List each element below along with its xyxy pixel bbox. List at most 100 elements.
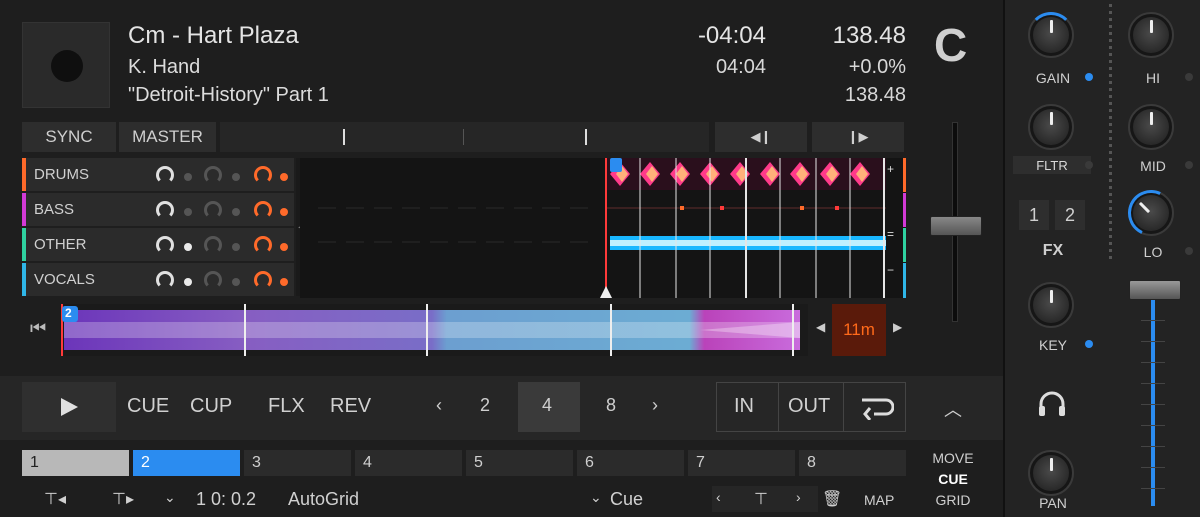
eq-mid-kill[interactable] [1185, 161, 1193, 169]
fx-unit-2-button[interactable]: 2 [1055, 200, 1085, 230]
stem-volume-knob[interactable] [156, 166, 174, 184]
jump-to-start-icon[interactable]: ⏮ [30, 318, 46, 339]
stem-row-vocals[interactable]: VOCALS [22, 263, 294, 296]
pan-knob[interactable] [1028, 450, 1074, 496]
stem-row-drums[interactable]: DRUMS [22, 158, 294, 191]
delete-cue-icon[interactable]: 🗑 [822, 489, 842, 509]
cue-next-icon[interactable]: › [796, 489, 801, 505]
tempo-fader-handle[interactable] [930, 216, 982, 236]
cue-type-dropdown[interactable]: Cue [610, 489, 643, 510]
stem-waveform[interactable]: + = − [300, 158, 906, 298]
stem-volume-knob[interactable] [156, 201, 174, 219]
reverse-button[interactable]: REV [330, 395, 371, 418]
hotcue-5[interactable]: 5 [466, 450, 573, 476]
hotcue-8[interactable]: 8 [799, 450, 906, 476]
stem-fx-knob[interactable] [254, 166, 272, 184]
deck-letter[interactable]: C [934, 18, 967, 72]
stem-filter-dot[interactable] [232, 278, 240, 286]
cue-prev-icon[interactable]: ‹ [716, 489, 721, 505]
track-overview[interactable]: 2 [60, 304, 808, 356]
stem-filter-knob[interactable] [204, 201, 222, 219]
stem-fx-knob[interactable] [254, 236, 272, 254]
tempo-nudge-forward-button[interactable]: ❙▶ [812, 122, 904, 152]
key-lock-indicator[interactable] [1085, 340, 1093, 348]
hotcue-2[interactable]: 2 [133, 450, 240, 476]
eq-lo-kill[interactable] [1185, 247, 1193, 255]
hotcue-6[interactable]: 6 [577, 450, 684, 476]
stem-mute-dot[interactable] [184, 208, 192, 216]
loop-size-4[interactable]: 4 [542, 395, 552, 416]
stem-row-bass[interactable]: BASS [22, 193, 294, 226]
hotcue-4[interactable]: 4 [355, 450, 462, 476]
map-button[interactable]: MAP [864, 492, 894, 508]
stem-volume-knob[interactable] [156, 236, 174, 254]
overview-cue-label: 2 [65, 306, 72, 320]
stem-volume-knob[interactable] [156, 271, 174, 289]
stem-mute-dot[interactable] [184, 173, 192, 181]
stem-filter-knob[interactable] [204, 166, 222, 184]
hotcue-7[interactable]: 7 [688, 450, 795, 476]
gain-indicator [1085, 73, 1093, 81]
cup-button[interactable]: CUP [190, 395, 232, 418]
stem-fx-dot[interactable] [280, 208, 288, 216]
stem-color-bar [22, 228, 26, 261]
stem-row-other[interactable]: OTHER [22, 228, 294, 261]
loop-active-icon[interactable] [854, 394, 895, 425]
stem-color-bar [22, 158, 26, 191]
level-meter [1109, 4, 1112, 262]
move-mode-cue[interactable]: CUE [923, 471, 983, 487]
volume-fader-handle[interactable] [1129, 280, 1181, 300]
tempo-nudge-back-button[interactable]: ◀❙ [715, 122, 807, 152]
overview-right-arrow-icon[interactable]: ▶ [893, 320, 902, 334]
sync-button[interactable]: SYNC [22, 122, 116, 152]
phase-tick [585, 129, 587, 145]
grid-marker-left-icon[interactable]: ⊤◂ [44, 489, 66, 509]
flux-button[interactable]: FLX [268, 395, 305, 418]
stem-fx-dot[interactable] [280, 173, 288, 181]
stem-mute-dot[interactable] [184, 243, 192, 251]
fx-unit-1-button[interactable]: 1 [1019, 200, 1049, 230]
filter-indicator[interactable] [1085, 161, 1093, 169]
time-remaining[interactable]: -04:04 [620, 22, 766, 50]
stem-fx-knob[interactable] [254, 271, 272, 289]
collapse-up-icon[interactable]: ︿ [944, 396, 962, 422]
grid-expand-icon[interactable]: ⌄ [164, 489, 176, 506]
stem-mute-dot[interactable] [184, 278, 192, 286]
hotcue-1[interactable]: 1 [22, 450, 129, 476]
filter-button[interactable]: FLTR [1013, 156, 1091, 174]
drums-waveform [610, 162, 870, 186]
loop-size-2[interactable]: 2 [480, 395, 490, 416]
stem-filter-dot[interactable] [232, 243, 240, 251]
stem-filter-knob[interactable] [204, 236, 222, 254]
stem-filter-dot[interactable] [232, 208, 240, 216]
loop-in-button[interactable]: IN [734, 395, 754, 418]
svg-text:+: + [887, 162, 894, 176]
stem-fx-knob[interactable] [254, 201, 272, 219]
stem-filter-dot[interactable] [232, 173, 240, 181]
master-button[interactable]: MASTER [119, 122, 216, 152]
move-mode-grid[interactable]: GRID [923, 492, 983, 508]
loop-size-decrease-icon[interactable]: ‹ [436, 395, 442, 416]
stem-fx-dot[interactable] [280, 243, 288, 251]
overview-left-arrow-icon[interactable]: ◀ [816, 320, 825, 334]
cue-button[interactable]: CUE [127, 395, 169, 418]
loop-size-increase-icon[interactable]: › [652, 395, 658, 416]
cue-type-dropdown-icon[interactable]: ⌄ [590, 489, 602, 506]
play-button[interactable] [22, 382, 116, 432]
volume-fader-scale [1141, 300, 1165, 506]
loop-size-8[interactable]: 8 [606, 395, 616, 416]
stem-fx-dot[interactable] [280, 278, 288, 286]
loop-out-button[interactable]: OUT [788, 395, 830, 418]
stem-filter-knob[interactable] [204, 271, 222, 289]
filter-knob[interactable] [1028, 104, 1074, 150]
eq-hi-kill[interactable] [1185, 73, 1193, 81]
hotcue-3[interactable]: 3 [244, 450, 351, 476]
cue-marker-icon[interactable]: ⊤ [754, 489, 768, 509]
eq-mid-knob[interactable] [1128, 104, 1174, 150]
grid-marker-right-icon[interactable]: ⊤▸ [112, 489, 134, 509]
key-knob[interactable] [1028, 282, 1074, 328]
autogrid-button[interactable]: AutoGrid [288, 489, 359, 510]
eq-hi-knob[interactable] [1128, 12, 1174, 58]
cue-marker-2[interactable] [610, 158, 622, 172]
headphones-cue-icon[interactable] [1037, 390, 1067, 425]
